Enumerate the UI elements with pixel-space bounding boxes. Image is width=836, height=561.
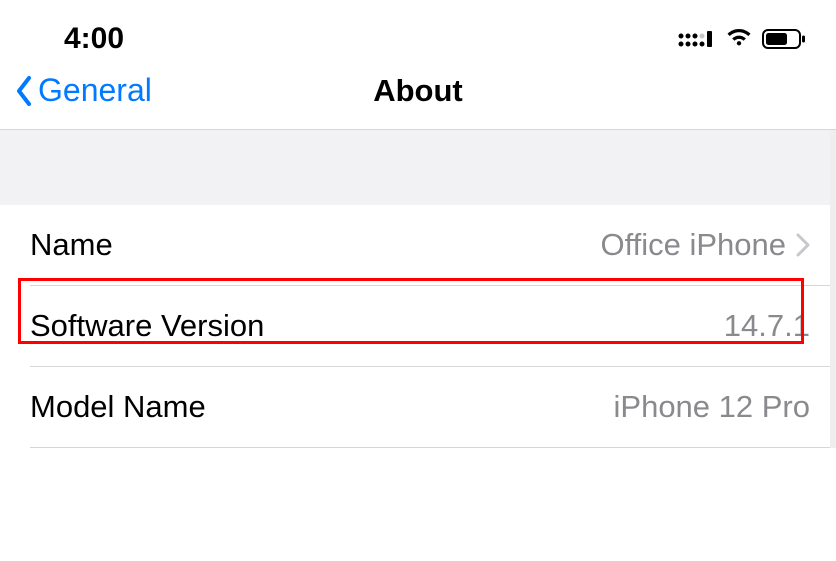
chevron-right-icon — [796, 233, 810, 257]
row-value: 14.7.1 — [724, 308, 810, 344]
page-title: About — [373, 73, 463, 109]
nav-bar: General About — [0, 70, 836, 130]
content-area: Name Office iPhone Software Version 14.7… — [0, 130, 836, 448]
row-value: Office iPhone — [600, 227, 786, 263]
row-label: Name — [30, 227, 113, 263]
back-button[interactable]: General — [14, 72, 152, 109]
chevron-left-icon — [14, 75, 34, 107]
settings-list: Name Office iPhone Software Version 14.7… — [0, 205, 830, 448]
row-model-name: Model Name iPhone 12 Pro — [0, 367, 830, 447]
row-software-version: Software Version 14.7.1 — [0, 286, 830, 366]
row-value: iPhone 12 Pro — [614, 389, 810, 425]
wifi-icon — [724, 26, 754, 53]
battery-icon — [762, 28, 806, 50]
group-spacer — [0, 130, 830, 205]
cellular-signal-icon — [678, 28, 716, 50]
status-bar: 4:00 — [0, 0, 836, 70]
back-label: General — [38, 72, 152, 109]
row-label: Model Name — [30, 389, 206, 425]
row-name[interactable]: Name Office iPhone — [0, 205, 830, 285]
status-time: 4:00 — [64, 22, 124, 56]
status-icons — [678, 26, 806, 53]
separator — [30, 447, 830, 448]
row-label: Software Version — [30, 308, 264, 344]
